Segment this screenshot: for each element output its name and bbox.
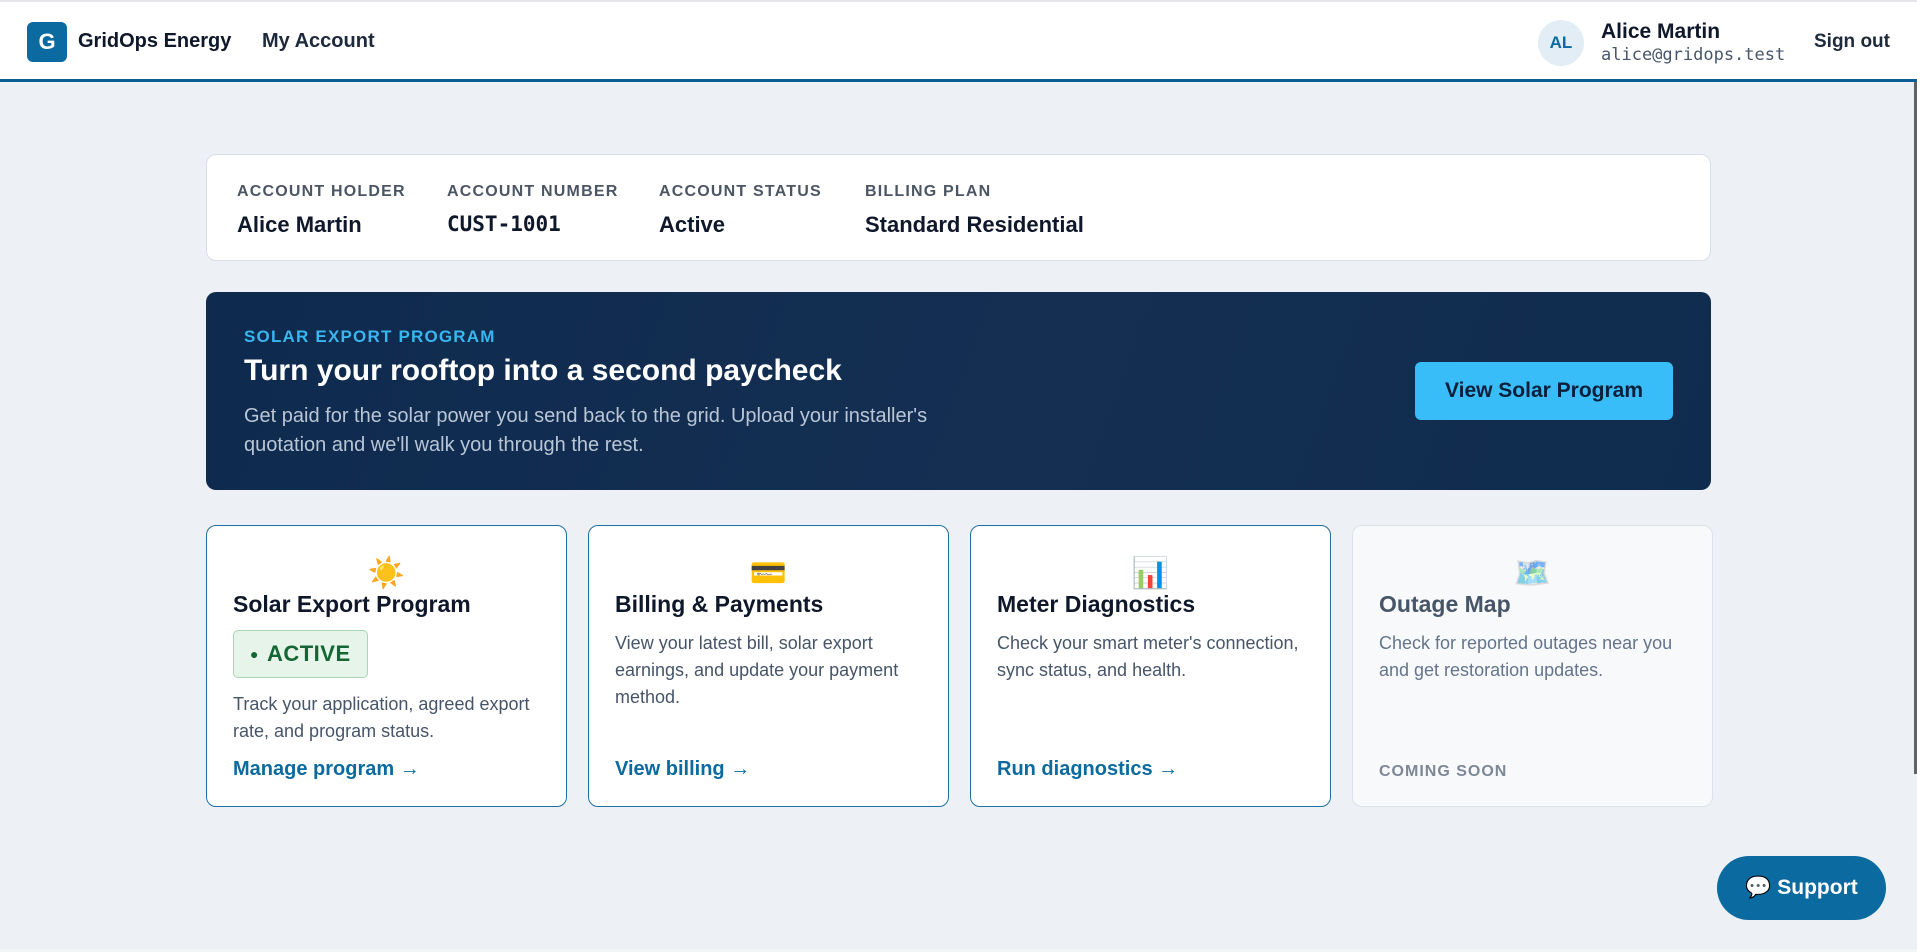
brand-name[interactable]: GridOps Energy bbox=[78, 30, 231, 53]
run-diagnostics-link[interactable]: Run diagnostics → bbox=[997, 758, 1178, 781]
field-value: Alice Martin bbox=[237, 212, 362, 237]
solar-promo-banner: SOLAR EXPORT PROGRAM Turn your rooftop i… bbox=[206, 292, 1711, 490]
field-value: Active bbox=[659, 212, 726, 237]
user-email: alice@gridops.test bbox=[1601, 45, 1786, 65]
map-icon: 🗺️ bbox=[1513, 557, 1552, 590]
account-status-field: ACCOUNT STATUS Active bbox=[659, 183, 822, 238]
tile-description: Check your smart meter's connection, syn… bbox=[997, 633, 1299, 680]
field-value: Standard Residential bbox=[865, 212, 1084, 237]
account-holder-field: ACCOUNT HOLDER Alice Martin bbox=[237, 183, 406, 238]
tile-title: Billing & Payments bbox=[615, 591, 824, 617]
billing-plan-field: BILLING PLAN Standard Residential bbox=[865, 183, 1084, 238]
view-solar-program-button[interactable]: View Solar Program bbox=[1415, 362, 1673, 420]
field-label: BILLING PLAN bbox=[865, 183, 992, 200]
status-dot-icon: ● bbox=[250, 646, 259, 662]
tile-outage-map: 🗺️ Outage Map Check for reported outages… bbox=[1352, 525, 1713, 807]
tile-title: Meter Diagnostics bbox=[997, 591, 1196, 617]
tile-meter-diagnostics[interactable]: 📊 Meter Diagnostics Check your smart met… bbox=[970, 525, 1331, 807]
credit-card-icon: 💳 bbox=[749, 557, 788, 590]
banner-description: Get paid for the solar power you send ba… bbox=[244, 405, 928, 456]
tile-billing[interactable]: 💳 Billing & Payments View your latest bi… bbox=[588, 525, 949, 807]
top-header: G GridOps Energy My Account AL Alice Mar… bbox=[0, 0, 1917, 82]
support-button[interactable]: 💬 Support bbox=[1717, 856, 1886, 920]
tile-title: Solar Export Program bbox=[233, 591, 471, 617]
banner-eyebrow: SOLAR EXPORT PROGRAM bbox=[244, 327, 496, 346]
field-value: CUST-1001 bbox=[447, 212, 561, 236]
account-number-field: ACCOUNT NUMBER CUST-1001 bbox=[447, 183, 618, 236]
field-label: ACCOUNT STATUS bbox=[659, 183, 822, 200]
tile-description: Check for reported outages near you and … bbox=[1379, 633, 1673, 680]
bar-chart-icon: 📊 bbox=[1131, 557, 1170, 590]
user-name: Alice Martin bbox=[1601, 20, 1721, 43]
account-summary-card: ACCOUNT HOLDER Alice Martin ACCOUNT NUMB… bbox=[206, 154, 1711, 261]
nav-my-account[interactable]: My Account bbox=[262, 30, 375, 53]
status-badge: ● ACTIVE bbox=[233, 630, 368, 678]
tile-description: Track your application, agreed export ra… bbox=[233, 694, 530, 741]
field-label: ACCOUNT NUMBER bbox=[447, 183, 619, 200]
tile-title: Outage Map bbox=[1379, 591, 1511, 617]
manage-program-link[interactable]: Manage program → bbox=[233, 758, 420, 781]
banner-title: Turn your rooftop into a second paycheck bbox=[244, 354, 842, 387]
tile-solar-export[interactable]: ☀️ Solar Export Program ● ACTIVE Track yo… bbox=[206, 525, 567, 807]
coming-soon-label: COMING SOON bbox=[1379, 763, 1508, 780]
field-label: ACCOUNT HOLDER bbox=[237, 183, 406, 200]
sign-out-link[interactable]: Sign out bbox=[1814, 31, 1890, 53]
avatar[interactable]: AL bbox=[1538, 20, 1584, 66]
sun-icon: ☀️ bbox=[367, 557, 406, 590]
tile-description: View your latest bill, solar export earn… bbox=[615, 633, 899, 707]
view-billing-link[interactable]: View billing → bbox=[615, 758, 750, 781]
logo-icon[interactable]: G bbox=[27, 22, 67, 62]
badge-label: ACTIVE bbox=[266, 641, 351, 666]
page-background: G GridOps Energy My Account AL Alice Mar… bbox=[0, 0, 1917, 952]
